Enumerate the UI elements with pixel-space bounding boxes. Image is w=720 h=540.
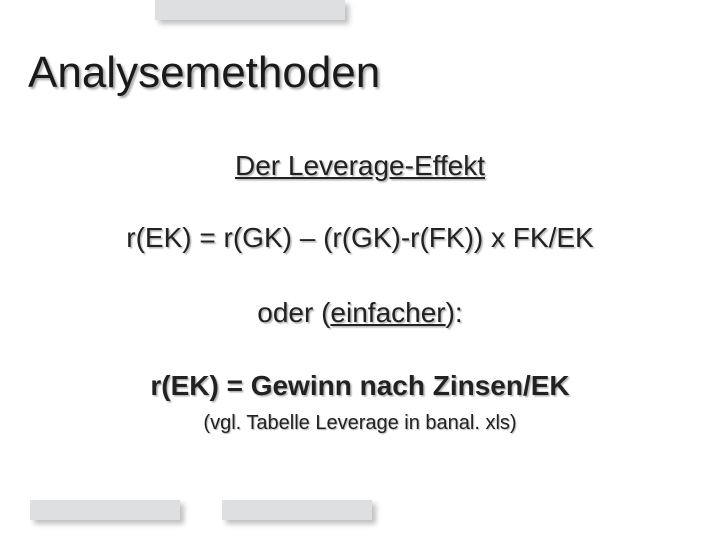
slide-title: Analysemethoden [28, 48, 380, 98]
or-prefix: oder ( [257, 297, 330, 328]
or-emphasis: einfacher [330, 297, 445, 328]
slide: Analysemethoden Der Leverage-Effekt r(EK… [0, 0, 720, 540]
decor-topbar [155, 0, 345, 20]
decor-bottombar-1 [30, 500, 180, 520]
decor-bottombar-2 [222, 500, 372, 520]
reference-note: (vgl. Tabelle Leverage in banal. xls) [0, 412, 720, 435]
leverage-formula-simple: r(EK) = Gewinn nach Zinsen/EK [0, 370, 720, 402]
or-suffix: ): [446, 297, 463, 328]
leverage-formula-full: r(EK) = r(GK) – (r(GK)-r(FK)) x FK/EK [0, 222, 720, 254]
or-simpler-line: oder (einfacher): [0, 297, 720, 329]
slide-subtitle: Der Leverage-Effekt [0, 150, 720, 182]
